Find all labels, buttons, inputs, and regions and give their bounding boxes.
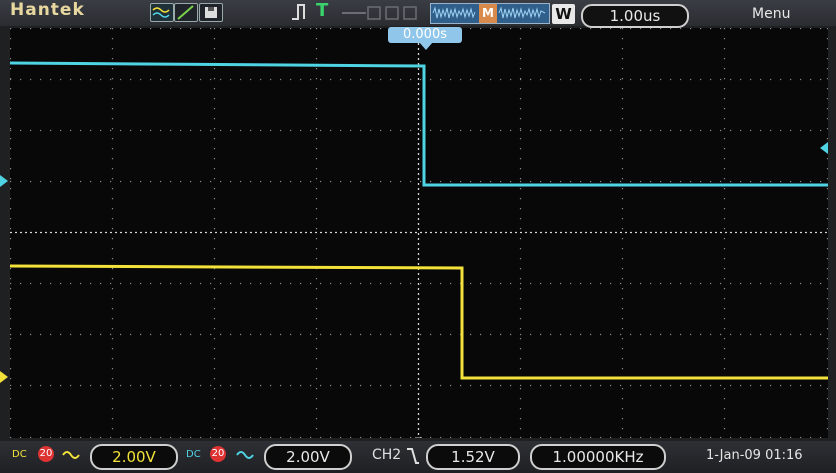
trigger-position-marker xyxy=(419,42,433,50)
trigger-level-marker xyxy=(820,142,828,154)
ch1-bandwidth-limit: 20 xyxy=(38,446,54,462)
top-status-bar: Hantek T M W 1.00us Menu xyxy=(0,0,836,28)
timebase-value[interactable]: 1.00us xyxy=(581,4,689,28)
waveform-display[interactable] xyxy=(10,28,828,438)
ch1-invert-icon xyxy=(62,451,80,459)
ch2-scale[interactable]: 2.00V xyxy=(264,444,352,470)
bottom-status-bar: DC 20 2.00V DC 20 2.00V CH2 1.52V 1.0000… xyxy=(0,441,836,473)
ch1-coupling: DC xyxy=(12,449,27,460)
falling-edge-icon xyxy=(407,448,419,464)
ch2-coupling: DC xyxy=(186,449,201,460)
ch1-scale[interactable]: 2.00V xyxy=(90,444,178,470)
trigger-position-label: 0.000s xyxy=(388,27,462,43)
date-time: 1-Jan-09 01:16 xyxy=(706,448,803,463)
ch1-level-marker xyxy=(0,371,8,383)
trigger-source: CH2 xyxy=(372,447,402,463)
trigger-level[interactable]: 1.52V xyxy=(426,444,520,470)
ch2-invert-icon xyxy=(236,451,254,459)
record-controls-icon xyxy=(342,6,417,20)
save-icon[interactable] xyxy=(199,3,223,22)
frequency-counter: 1.00000KHz xyxy=(530,444,666,470)
brand-logo: Hantek xyxy=(10,0,85,20)
waveform-icon[interactable] xyxy=(150,3,174,22)
menu-button[interactable]: Menu xyxy=(752,6,790,22)
ch1-waveform xyxy=(10,264,828,380)
memory-window-bar[interactable]: M xyxy=(430,3,550,24)
trigger-status: T xyxy=(316,0,329,21)
window-marker: M xyxy=(479,4,497,23)
edge-icon[interactable] xyxy=(174,3,198,22)
window-label[interactable]: W xyxy=(552,4,575,24)
ch2-level-marker xyxy=(0,175,8,187)
ch2-bandwidth-limit: 20 xyxy=(210,446,226,462)
